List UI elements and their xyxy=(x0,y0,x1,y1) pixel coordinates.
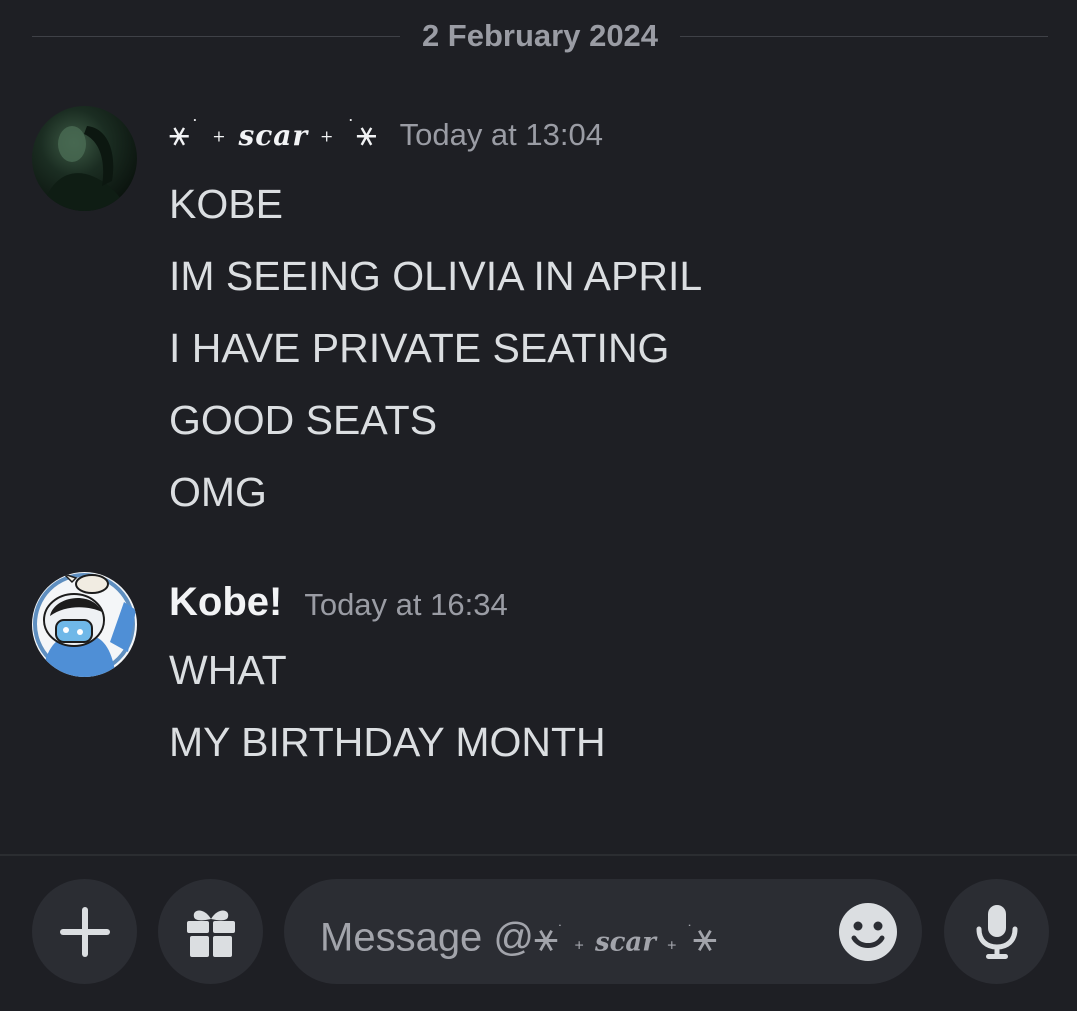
message-input[interactable]: Message @⚹˙ + scar + ˙⚹ xyxy=(284,879,922,984)
smiley-icon xyxy=(839,903,897,961)
dot-glyph: ˙ xyxy=(190,116,201,138)
message-header: ⚹˙ + scar + ˙⚹ Today at 13:04 xyxy=(169,106,1057,168)
message-input-placeholder: Message @⚹˙ + scar + ˙⚹ xyxy=(320,879,717,984)
message-text[interactable]: WHAT xyxy=(169,634,1057,706)
dm-chat-screen: 2 February 2024 ⚹˙ + scar + ˙⚹ Today at … xyxy=(0,0,1077,1011)
gift-button[interactable] xyxy=(158,879,263,984)
sparkle-glyph: + xyxy=(212,126,227,146)
message-text[interactable]: OMG xyxy=(169,456,1057,528)
recipient-name: scar xyxy=(594,927,656,958)
sparkle-glyph: + xyxy=(574,937,584,955)
avatar[interactable] xyxy=(32,572,137,677)
star-glyph: ⚹ xyxy=(534,915,559,960)
message-text[interactable]: I HAVE PRIVATE SEATING xyxy=(169,312,1057,384)
username[interactable]: Kobe! xyxy=(169,580,282,625)
message-text[interactable]: MY BIRTHDAY MONTH xyxy=(169,706,1057,778)
star-glyph: ⚹ xyxy=(169,114,191,154)
add-attachment-button[interactable] xyxy=(32,879,137,984)
voice-message-button[interactable] xyxy=(944,879,1049,984)
message-group: Kobe! Today at 16:34 WHAT MY BIRTHDAY MO… xyxy=(32,572,1057,782)
message-timestamp: Today at 16:34 xyxy=(304,587,508,622)
username[interactable]: ⚹˙ + scar + ˙⚹ xyxy=(169,114,378,154)
message-text[interactable]: KOBE xyxy=(169,168,1057,240)
plus-icon xyxy=(59,906,110,957)
gift-icon xyxy=(186,910,235,957)
message-group: ⚹˙ + scar + ˙⚹ Today at 13:04 KOBE IM SE… xyxy=(32,106,1057,526)
avatar-image-cartoon xyxy=(32,572,137,677)
placeholder-prefix: Message @ xyxy=(320,915,535,960)
star-glyph: ⚹ xyxy=(692,915,717,960)
dot-glyph: ˙ xyxy=(346,116,357,138)
dot-glyph: ˙ xyxy=(558,923,564,940)
divider-line-right xyxy=(680,35,1048,37)
avatar-image-dark xyxy=(32,106,137,211)
message-content: Kobe! Today at 16:34 WHAT MY BIRTHDAY MO… xyxy=(169,572,1057,778)
message-content: ⚹˙ + scar + ˙⚹ Today at 13:04 KOBE IM SE… xyxy=(169,106,1057,528)
username-text: scar xyxy=(238,119,309,152)
message-text[interactable]: GOOD SEATS xyxy=(169,384,1057,456)
divider-line-left xyxy=(32,35,400,37)
message-text[interactable]: IM SEEING OLIVIA IN APRIL xyxy=(169,240,1057,312)
sparkle-glyph: + xyxy=(667,937,677,955)
star-glyph: ⚹ xyxy=(356,114,378,154)
microphone-icon xyxy=(976,904,1017,959)
sparkle-glyph: + xyxy=(319,126,335,146)
message-timestamp: Today at 13:04 xyxy=(399,117,603,152)
avatar[interactable] xyxy=(32,106,137,211)
divider-date: 2 February 2024 xyxy=(421,18,659,53)
date-divider: 2 February 2024 xyxy=(32,16,1048,56)
message-composer: Message @⚹˙ + scar + ˙⚹ xyxy=(0,854,1077,1011)
message-header: Kobe! Today at 16:34 xyxy=(169,572,1057,634)
emoji-button[interactable] xyxy=(838,902,898,962)
